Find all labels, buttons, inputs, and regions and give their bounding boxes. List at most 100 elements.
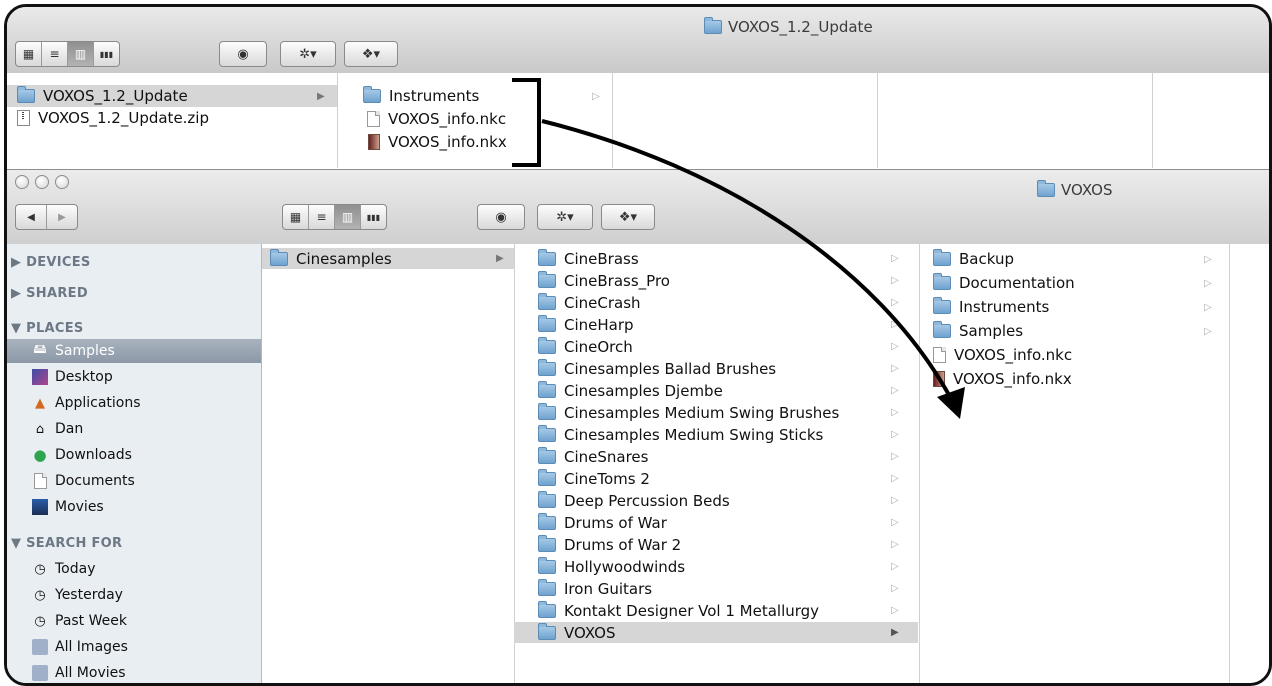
sidebar-section-shared[interactable]: ▶ SHARED	[11, 286, 88, 301]
disclosure-arrow-icon: ▷	[891, 253, 899, 264]
list-item[interactable]: CineOrch ▷	[514, 336, 918, 357]
back-window-title: VOXOS_1.2_Update	[704, 17, 873, 36]
list-item[interactable]: Cinesamples Medium Swing Sticks ▷	[514, 424, 918, 445]
sidebar-item-today[interactable]: ◷ Today	[7, 557, 261, 581]
sidebar-item-yesterday[interactable]: ◷ Yesterday	[7, 583, 261, 607]
sidebar-section-devices[interactable]: ▶ DEVICES	[11, 255, 91, 270]
column-view-button[interactable]: ▥	[335, 205, 361, 229]
list-item[interactable]: CineToms 2 ▷	[514, 468, 918, 489]
coverflow-view-button[interactable]: ▮▮▮	[361, 205, 386, 229]
back-column-2: Instruments ▷ VOXOS_info.nkc VOXOS_info.…	[337, 73, 613, 168]
list-item[interactable]: Samples	[933, 320, 1023, 341]
sidebar-item-desktop[interactable]: Desktop	[7, 365, 261, 389]
list-item[interactable]: CineBrass_Pro ▷	[514, 270, 918, 291]
sidebar-item-past-week[interactable]: ◷ Past Week	[7, 609, 261, 633]
list-item[interactable]: VOXOS_1.2_Update ▶	[7, 85, 337, 107]
disclosure-arrow-icon: ▷	[891, 275, 899, 286]
disclosure-arrow-icon: ▷	[891, 319, 899, 330]
dropbox-menu-button[interactable]: ❖▾	[601, 204, 655, 230]
sidebar-section-places[interactable]: ▼ PLACES	[11, 321, 84, 336]
list-item[interactable]: Drums of War ▷	[514, 512, 918, 533]
sidebar-item-dan[interactable]: ⌂ Dan	[7, 417, 261, 441]
column-view-button[interactable]: ▥	[68, 42, 94, 66]
smart-folder-icon	[32, 639, 48, 655]
list-item[interactable]: VOXOS_info.nkc	[367, 108, 506, 130]
list-item[interactable]: VOXOS_info.nkx	[368, 131, 507, 153]
nkx-icon	[933, 370, 945, 387]
document-icon	[367, 111, 380, 127]
list-item[interactable]: CineCrash ▷	[514, 292, 918, 313]
list-item[interactable]: Backup	[933, 248, 1014, 269]
back-column-1: VOXOS_1.2_Update ▶ VOXOS_1.2_Update.zip	[7, 73, 338, 168]
sidebar-item-all-images[interactable]: All Images	[7, 635, 261, 659]
disclosure-arrow-icon: ▷	[891, 363, 899, 374]
list-item[interactable]: Hollywoodwinds ▷	[514, 556, 918, 577]
coverflow-view-button[interactable]: ▮▮▮	[94, 42, 119, 66]
back-button[interactable]: ◀	[16, 205, 47, 229]
desktop-icon	[32, 369, 48, 385]
list-item[interactable]: CineSnares ▷	[514, 446, 918, 467]
icon-view-button[interactable]: ▦	[283, 205, 309, 229]
list-item[interactable]: Cinesamples Djembe ▷	[514, 380, 918, 401]
close-window-button[interactable]	[15, 175, 29, 189]
disclosure-arrow-icon: ▷	[1204, 302, 1212, 313]
hard-drive-icon: 🖴	[33, 342, 47, 357]
disclosure-arrow-icon: ▷	[1204, 326, 1212, 337]
list-item[interactable]: Instruments	[933, 296, 1049, 317]
quicklook-button[interactable]: ◉	[219, 41, 267, 67]
dropbox-menu-button[interactable]: ❖▾	[344, 41, 398, 67]
list-item[interactable]: Kontakt Designer Vol 1 Metallurgy ▷	[514, 600, 918, 621]
quicklook-button[interactable]: ◉	[477, 204, 525, 230]
list-item[interactable]: VOXOS_info.nkc	[933, 344, 1072, 365]
folder-icon	[538, 336, 556, 354]
folder-icon	[270, 248, 288, 266]
list-item[interactable]: Cinesamples ▶	[262, 248, 514, 269]
folder-icon	[538, 512, 556, 530]
forward-button[interactable]: ▶	[47, 205, 77, 229]
smart-folder-icon	[32, 665, 48, 681]
back-window-browser: VOXOS_1.2_Update ▶ VOXOS_1.2_Update.zip …	[7, 73, 1269, 168]
list-item[interactable]: Iron Guitars ▷	[514, 578, 918, 599]
front-window-titlebar: VOXOS ◀ ▶ ▦ ≡ ▥ ▮▮▮ ◉ ✲▾ ❖▾	[7, 169, 1269, 245]
action-menu-button[interactable]: ✲▾	[537, 204, 593, 230]
disclosure-arrow-icon: ▶	[317, 90, 325, 102]
sidebar-item-all-movies[interactable]: All Movies	[7, 661, 261, 683]
disclosure-arrow-icon: ▷	[891, 495, 899, 506]
disclosure-arrow-icon: ▷	[891, 407, 899, 418]
disclosure-arrow-icon: ▷	[891, 583, 899, 594]
folder-icon	[538, 534, 556, 552]
front-column-3: Backup ▷ Documentation ▷ Instruments ▷ Samples…	[919, 244, 1230, 683]
minimize-window-button[interactable]	[35, 175, 49, 189]
icon-view-button[interactable]: ▦	[16, 42, 42, 66]
list-item[interactable]: Drums of War 2 ▷	[514, 534, 918, 555]
list-item[interactable]: Deep Percussion Beds ▷	[514, 490, 918, 511]
sidebar-section-search-for[interactable]: ▼ SEARCH FOR	[11, 536, 122, 551]
list-view-button[interactable]: ≡	[309, 205, 335, 229]
list-view-button[interactable]: ≡	[42, 42, 68, 66]
back-forward-group: ◀ ▶	[15, 204, 78, 230]
back-column-3	[612, 73, 878, 168]
list-item[interactable]: VOXOS ▶	[514, 622, 918, 643]
list-item[interactable]: Documentation	[933, 272, 1075, 293]
list-item[interactable]: Cinesamples Ballad Brushes ▷	[514, 358, 918, 379]
folder-icon	[933, 320, 951, 338]
folder-icon	[538, 490, 556, 508]
list-item[interactable]: Instruments	[363, 85, 479, 107]
sidebar-item-applications[interactable]: ▲ Applications	[7, 391, 261, 415]
list-item[interactable]: CineHarp ▷	[514, 314, 918, 335]
action-menu-button[interactable]: ✲▾	[280, 41, 336, 67]
list-item[interactable]: VOXOS_info.nkx	[933, 368, 1072, 389]
front-column-1: Cinesamples ▶	[262, 244, 515, 683]
disclosure-arrow-icon: ▷	[891, 341, 899, 352]
zoom-window-button[interactable]	[55, 175, 69, 189]
list-item[interactable]: CineBrass ▷	[514, 248, 918, 269]
sidebar-item-downloads[interactable]: ● Downloads	[7, 443, 261, 467]
sidebar-item-samples[interactable]: 🖴 Samples	[7, 339, 261, 363]
disclosure-arrow-icon: ▶	[891, 627, 899, 638]
list-item[interactable]: VOXOS_1.2_Update.zip	[7, 107, 209, 129]
movies-icon	[32, 499, 48, 515]
sidebar-item-documents[interactable]: Documents	[7, 469, 261, 493]
sidebar-item-movies[interactable]: Movies	[7, 495, 261, 519]
disclosure-arrow-icon: ▷	[891, 297, 899, 308]
list-item[interactable]: Cinesamples Medium Swing Brushes ▷	[514, 402, 918, 423]
